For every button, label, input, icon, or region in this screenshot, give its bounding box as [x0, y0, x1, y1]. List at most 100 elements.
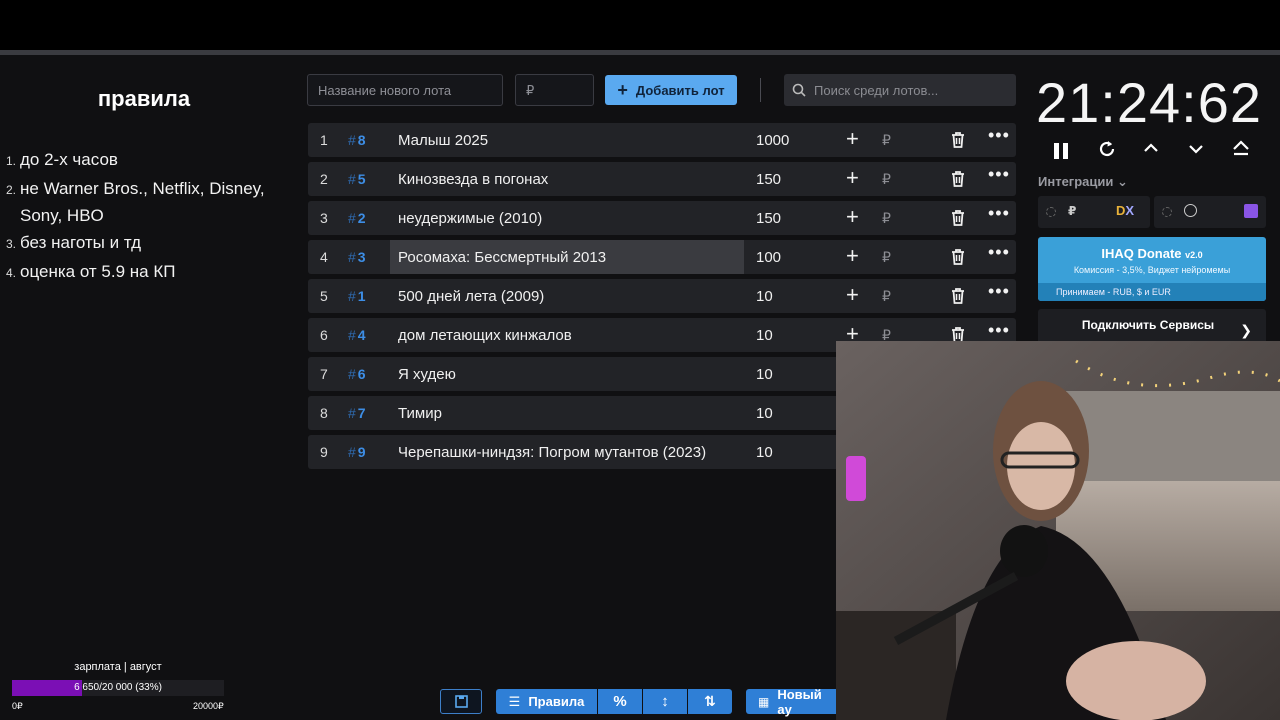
ruble-icon[interactable]: ₽ — [882, 249, 891, 266]
toolbar-divider — [760, 78, 761, 102]
chevron-right-icon: ❯ — [1240, 322, 1252, 338]
lot-amount: 10 — [756, 288, 773, 305]
lot-id-value: 6 — [357, 366, 366, 382]
save-icon — [455, 695, 468, 708]
more-icon[interactable]: ••• — [988, 320, 1010, 341]
chevron-down-icon[interactable] — [1187, 138, 1205, 164]
lot-row: 5 #1 500 дней лета (2009) 10 + ₽ ••• — [308, 279, 1016, 313]
rule-text: оценка от 5.9 на КП — [20, 262, 176, 281]
lot-amount: 150 — [756, 171, 782, 188]
lot-amount: 10 — [756, 366, 773, 383]
lot-id-value: 8 — [357, 132, 366, 148]
lot-name[interactable]: Росомаха: Бессмертный 2013 — [390, 240, 744, 274]
trash-icon[interactable] — [950, 131, 966, 153]
lot-id-value: 5 — [357, 171, 366, 187]
lot-id: #2 — [348, 210, 366, 226]
trash-icon[interactable] — [950, 248, 966, 270]
hash-icon: # — [348, 444, 356, 460]
hash-icon: # — [348, 132, 356, 148]
rules-button[interactable]: ☰ Правила — [496, 689, 597, 714]
ruble-icon[interactable]: ₽ — [882, 132, 891, 149]
lot-index: 2 — [320, 171, 328, 187]
lot-name[interactable]: Тимир — [390, 396, 744, 430]
hash-icon: # — [348, 405, 356, 421]
lot-id: #1 — [348, 288, 366, 304]
search-icon — [792, 83, 806, 97]
pause-icon[interactable] — [1053, 140, 1069, 166]
status-dot-icon — [1162, 207, 1172, 217]
add-amount-icon[interactable]: + — [846, 165, 859, 191]
more-icon[interactable]: ••• — [988, 242, 1010, 263]
integrations-toggle[interactable]: Интеграции ⌄ — [1038, 174, 1128, 190]
rule-item: 3. без наготы и тд — [6, 229, 296, 258]
donate-banner[interactable]: IHAQ Donate v2.0 Комиссия - 3,5%, Виджет… — [1038, 237, 1266, 301]
ruble-icon[interactable]: ₽ — [882, 171, 891, 188]
restart-icon[interactable] — [1096, 138, 1118, 166]
lot-index: 9 — [320, 444, 328, 460]
new-auction-button[interactable]: ▦ Новый ау — [746, 686, 836, 717]
auction-timer: 21:24:62 — [1036, 71, 1262, 134]
ruble-icon[interactable]: ₽ — [882, 210, 891, 227]
save-button[interactable] — [440, 689, 482, 714]
rule-number: 3. — [6, 237, 17, 251]
timer-controls — [1048, 138, 1258, 166]
rule-number: 4. — [6, 266, 17, 280]
lot-index: 6 — [320, 327, 328, 343]
percent-icon: % — [613, 693, 627, 710]
percent-button[interactable]: % — [598, 689, 642, 714]
sort-icon: ⇅ — [704, 693, 716, 709]
more-icon[interactable]: ••• — [988, 203, 1010, 224]
add-amount-icon[interactable]: + — [846, 243, 859, 269]
add-amount-icon[interactable]: + — [846, 282, 859, 308]
trash-icon[interactable] — [950, 170, 966, 192]
lot-name[interactable]: Малыш 2025 — [390, 123, 744, 157]
salary-max: 20000₽ — [193, 701, 224, 711]
lot-amount-input[interactable]: ₽ — [515, 74, 594, 106]
hash-icon: # — [348, 288, 356, 304]
lot-id: #3 — [348, 249, 366, 265]
rule-text: без наготы и тд — [20, 233, 141, 252]
trash-icon[interactable] — [950, 287, 966, 309]
chevron-down-icon: ⌄ — [1116, 174, 1128, 189]
lot-name[interactable]: дом летающих кинжалов — [390, 318, 744, 352]
dx-logo-icon: DX — [1116, 203, 1135, 218]
donate-title-row: IHAQ Donate v2.0 — [1038, 246, 1266, 261]
lot-name[interactable]: Я худею — [390, 357, 744, 391]
chevron-up-icon[interactable] — [1142, 138, 1160, 164]
rules-button-label: Правила — [528, 694, 585, 709]
more-icon[interactable]: ••• — [988, 164, 1010, 185]
lot-index: 3 — [320, 210, 328, 226]
lot-id-value: 1 — [357, 288, 366, 304]
integration-card-twitch[interactable] — [1154, 196, 1266, 228]
lot-amount: 1000 — [756, 132, 790, 149]
list-icon: ☰ — [508, 693, 521, 709]
lot-index: 1 — [320, 132, 328, 148]
sort-button[interactable]: ⇅ — [688, 689, 732, 714]
lot-name[interactable]: Черепашки-ниндзя: Погром мутантов (2023) — [390, 435, 744, 469]
salary-min: 0₽ — [12, 701, 23, 711]
add-amount-icon[interactable]: + — [846, 204, 859, 230]
more-icon[interactable]: ••• — [988, 281, 1010, 302]
integration-card-donatepay[interactable]: ₽ DX — [1038, 196, 1150, 228]
lot-amount: 10 — [756, 444, 773, 461]
new-auction-label: Новый ау — [777, 686, 822, 717]
trash-icon[interactable] — [950, 209, 966, 231]
lot-row: 1 #8 Малыш 2025 1000 + ₽ ••• — [308, 123, 1016, 157]
services-label: Подключить Сервисы — [1081, 318, 1215, 332]
lot-name-input[interactable]: Название нового лота — [307, 74, 503, 106]
add-amount-icon[interactable]: + — [846, 126, 859, 152]
lot-name[interactable]: неудержимые (2010) — [390, 201, 744, 235]
lot-id-value: 2 — [357, 210, 366, 226]
lot-name[interactable]: Кинозвезда в погонах — [390, 162, 744, 196]
donate-payment-strip: Принимаем - RUB, $ и EUR — [1038, 283, 1266, 301]
lot-amount: 10 — [756, 405, 773, 422]
lot-id-value: 3 — [357, 249, 366, 265]
more-icon[interactable]: ••• — [988, 125, 1010, 146]
ruble-icon[interactable]: ₽ — [882, 288, 891, 305]
lot-id: #9 — [348, 444, 366, 460]
lot-name[interactable]: 500 дней лета (2009) — [390, 279, 744, 313]
split-button[interactable]: ↕ — [643, 689, 687, 714]
search-input[interactable]: Поиск среди лотов... — [784, 74, 1016, 106]
add-lot-button[interactable]: + Добавить лот — [605, 75, 737, 105]
eject-icon[interactable] — [1231, 138, 1251, 164]
